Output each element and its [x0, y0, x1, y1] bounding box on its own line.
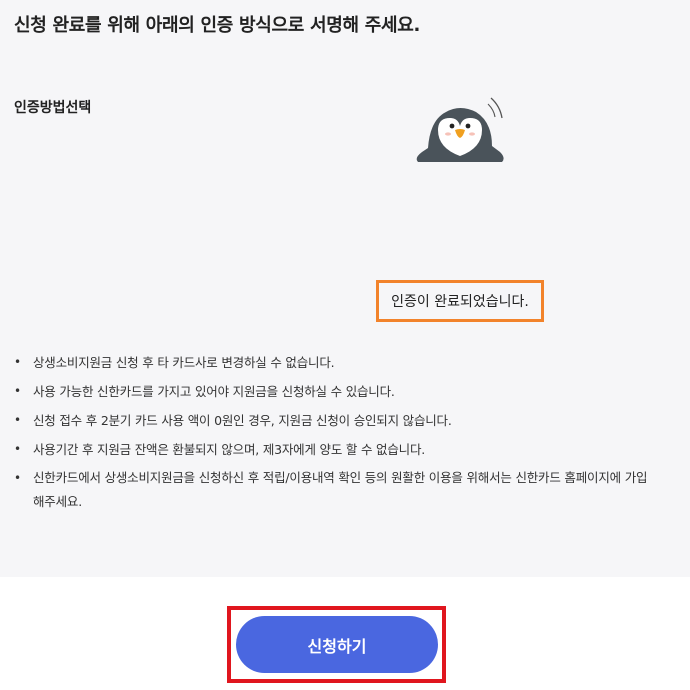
page-title: 신청 완료를 위해 아래의 인증 방식으로 서명해 주세요.: [14, 15, 421, 36]
notice-item: • 상생소비지원금 신청 후 타 카드사로 변경하실 수 없습니다.: [14, 350, 654, 375]
bullet-dot-icon: •: [14, 413, 21, 427]
notice-item: • 신한카드에서 상생소비지원금을 신청하신 후 적립/이용내역 확인 등의 원활…: [14, 466, 654, 514]
penguin-icon: [416, 97, 504, 162]
auth-complete-message: 인증이 완료되었습니다.: [376, 280, 544, 322]
notice-item: • 사용 가능한 신한카드를 가지고 있어야 지원금을 신청하실 수 있습니다.: [14, 379, 654, 404]
notice-item: • 사용기간 후 지원금 잔액은 환불되지 않으며, 제3자에게 양도 할 수 없…: [14, 437, 654, 462]
auth-method-label: 인증방법선택: [14, 100, 92, 116]
bullet-dot-icon: •: [14, 471, 21, 485]
content-panel: 신청 완료를 위해 아래의 인증 방식으로 서명해 주세요. 인증방법선택 인증…: [0, 0, 690, 577]
bullet-dot-icon: •: [14, 442, 21, 456]
auth-complete-text: 인증이 완료되었습니다.: [391, 294, 529, 310]
notice-list: • 상생소비지원금 신청 후 타 카드사로 변경하실 수 없습니다. • 사용 가능…: [14, 350, 654, 518]
bullet-dot-icon: •: [14, 384, 21, 398]
notice-item: • 신청 접수 후 2분기 카드 사용 액이 0원인 경우, 지원금 신청이 승인…: [14, 408, 654, 433]
bullet-dot-icon: •: [14, 355, 21, 369]
submit-button[interactable]: 신청하기: [236, 616, 438, 673]
